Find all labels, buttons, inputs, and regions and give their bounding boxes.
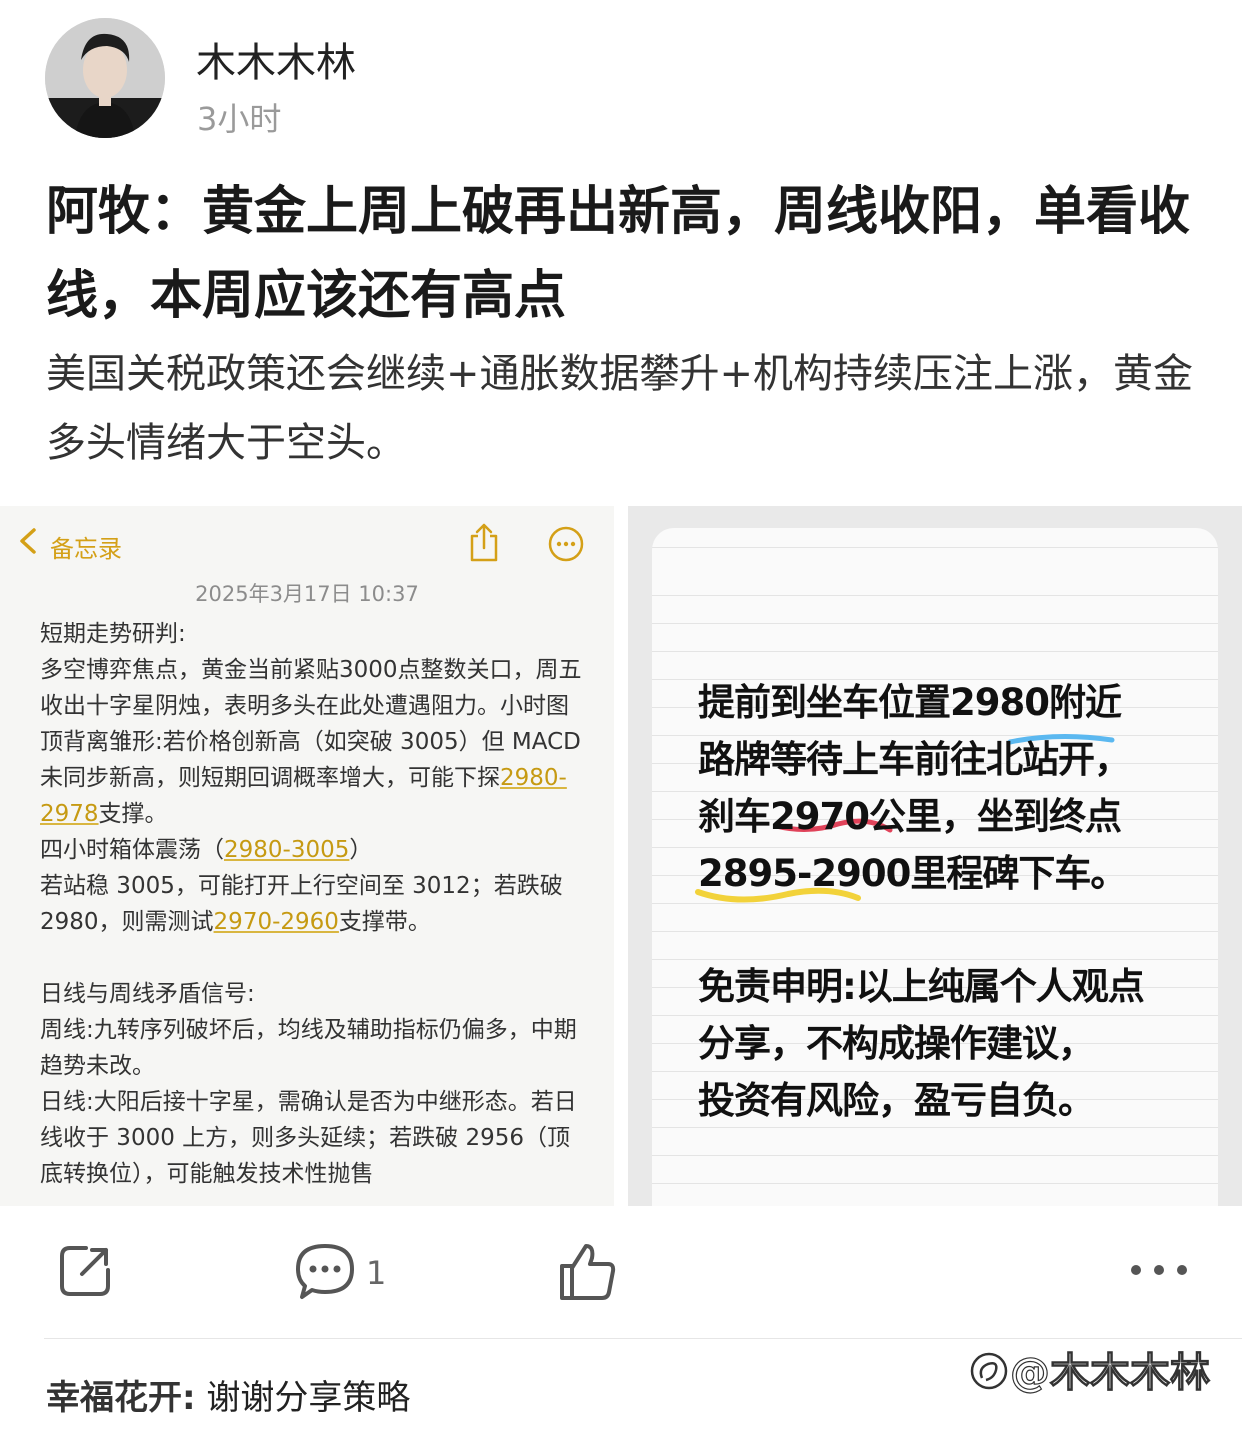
chevron-left-icon [20, 528, 36, 554]
more-circle-icon [548, 526, 584, 562]
comment-text: 谢谢分享策略 [195, 1378, 411, 1418]
author-name[interactable]: 木木木林 [196, 30, 356, 88]
notes-highlight: 2970-2960 [213, 909, 339, 935]
post-title: 阿牧：黄金上周上破再出新高，周线收阳，单看收线，本周应该还有高点 [46, 182, 1191, 326]
disclaimer-line: 免责申明:以上纯属个人观点 [698, 965, 1145, 1008]
post-page: 木木木林 3小时 阿牧：黄金上周上破再出新高，周线收阳，单看收线，本周应该还有高… [0, 0, 1242, 1430]
notes-text: ） [349, 837, 373, 863]
comment-item[interactable]: 幸福花开: 谢谢分享策略 [46, 1370, 410, 1419]
notes-heading-signals: 日线与周线矛盾信号: [40, 981, 255, 1007]
handwritten-line: 路牌等待上车前往北站开， [698, 738, 1131, 781]
notes-paragraph: 周线:九转序列破坏后，均线及辅助指标仍偏多，中期趋势未改。 [40, 1017, 577, 1079]
comment-user[interactable]: 幸福花开: [46, 1378, 196, 1418]
notes-paragraph: 四小时箱体震荡（2980-3005） [40, 832, 585, 868]
notes-text: 支撑带。 [338, 909, 431, 935]
notes-paragraph: 日线:大阳后接十字星，需确认是否为中继形态。若日线收于 3000 上方，则多头延… [40, 1089, 577, 1187]
action-bar: 1 [0, 1220, 1242, 1330]
notes-body: 短期走势研判: 多空博弈焦点，黄金当前紧贴3000点整数关口，周五收出十字星阴烛… [40, 616, 585, 1192]
notes-text: 支撑。 [98, 801, 168, 827]
more-icon[interactable] [1128, 1260, 1190, 1280]
handwritten-note-image[interactable]: 提前到坐车位置2980附近 路牌等待上车前往北站开， 刹车2970公里，坐到终点… [628, 506, 1242, 1206]
watermark-text: @木木木林 [1009, 1349, 1210, 1396]
divider [44, 1338, 1242, 1339]
post-subtitle: 美国关税政策还会继续+通胀数据攀升+机构持续压注上涨，黄金多头情绪大于空头。 [46, 351, 1194, 466]
disclaimer-line: 投资有风险，盈亏自负。 [698, 1079, 1095, 1122]
notes-date: 2025年3月17日 10:37 [195, 582, 419, 606]
thumbs-up-icon[interactable] [556, 1240, 618, 1302]
notes-heading-short-term: 短期走势研判: [40, 621, 186, 647]
handwritten-line: 提前到坐车位置2980附近 [698, 681, 1122, 724]
watermark: @木木木林 [968, 1340, 1211, 1398]
handwritten-line: 2895-2900里程碑下车。 [698, 852, 1127, 895]
notes-paragraph: 多空博弈焦点，黄金当前紧贴3000点整数关口，周五收出十字星阴烛，表明多头在此处… [40, 652, 585, 832]
post-time: 3小时 [197, 100, 282, 138]
weibo-logo-icon [970, 1352, 1008, 1390]
share-icon[interactable] [56, 1242, 114, 1300]
notes-paragraph: 若站稳 3005，可能打开上行空间至 3012；若跌破 2980，则需测试297… [40, 868, 585, 940]
notes-highlight: 2980-3005 [224, 837, 350, 863]
notes-text: 四小时箱体震荡（ [40, 837, 224, 863]
avatar[interactable] [45, 18, 165, 138]
handwritten-line: 刹车2970公里，坐到终点 [698, 795, 1122, 838]
handwritten-text: 提前到坐车位置2980附近 路牌等待上车前往北站开， 刹车2970公里，坐到终点… [698, 674, 1218, 1129]
notes-back-label: 备忘录 [50, 535, 122, 563]
comment-count: 1 [366, 1254, 387, 1292]
share-icon [470, 523, 498, 562]
notes-screenshot-image[interactable]: 备忘录 2025年3月17日 10:37 短期走势研判: 多空博弈焦点，黄金当前… [0, 506, 614, 1206]
comment-icon[interactable] [294, 1242, 356, 1300]
notes-top-bar: 备忘录 [0, 506, 614, 576]
disclaimer-line: 分享，不构成操作建议， [698, 1022, 1095, 1065]
